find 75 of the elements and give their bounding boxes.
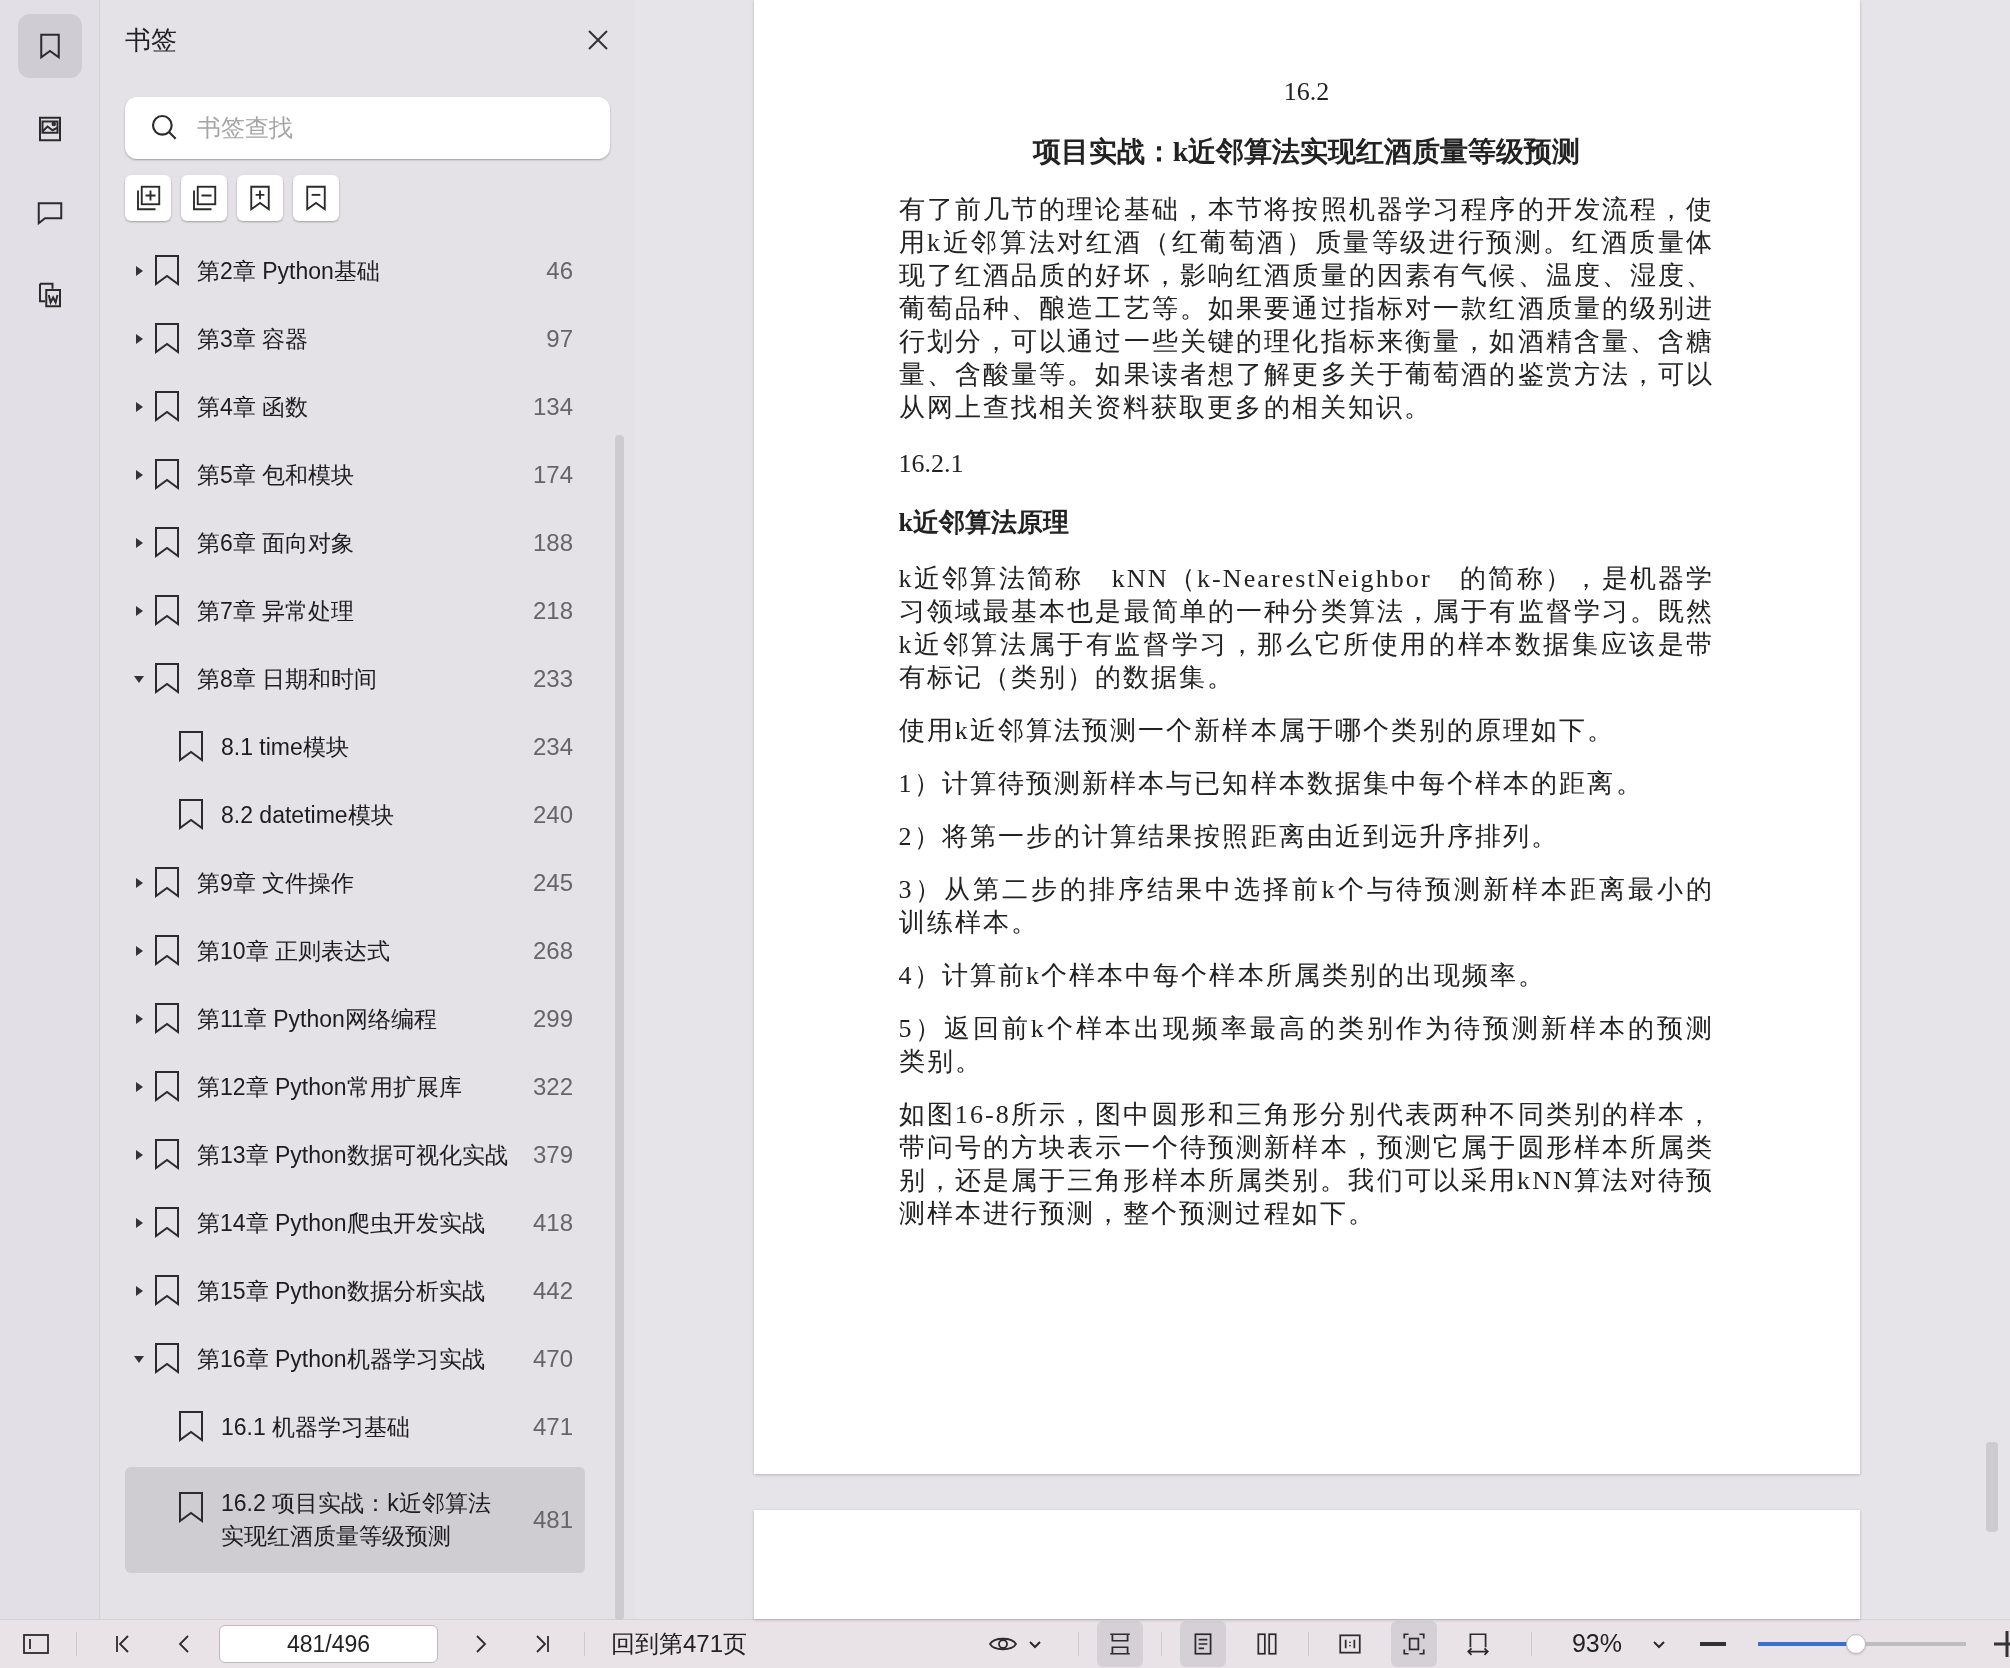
- bookmark-item[interactable]: 第8章 日期和时间 233: [125, 645, 585, 713]
- page-number: 218: [532, 596, 573, 626]
- page-number: 322: [532, 1072, 573, 1102]
- section-title: k近邻算法原理: [898, 507, 1070, 539]
- page-number: 233: [532, 664, 573, 694]
- page-number: 245: [532, 868, 573, 898]
- bookmark-label: 8.1 time模块: [221, 732, 350, 762]
- bookmark-label: 第16章 Python机器学习实战: [197, 1344, 486, 1374]
- bookmark-item[interactable]: 8.2 datetime模块 240: [125, 781, 585, 849]
- page-number: 470: [532, 1344, 573, 1374]
- bookmark-item[interactable]: 16.2 项目实战：k近邻算法实现红酒质量等级预测 481: [125, 1467, 585, 1573]
- bookmark-label: 第9章 文件操作: [197, 868, 356, 898]
- bookmark-label: 第15章 Python数据分析实战: [197, 1276, 486, 1306]
- bookmark-item[interactable]: 第11章 Python网络编程 299: [125, 985, 585, 1053]
- page-number: 46: [546, 256, 573, 286]
- page-number: 174: [532, 460, 573, 490]
- bookmark-label: 16.1 机器学习基础: [221, 1412, 412, 1442]
- back-link[interactable]: 回到第471页: [611, 1626, 748, 1662]
- page-number: 188: [532, 528, 573, 558]
- zoom-value: 93%: [1571, 1628, 1622, 1660]
- page-number: 299: [532, 1004, 573, 1034]
- panel-title: 书签: [125, 23, 177, 57]
- paragraph: 有了前几节的理论基础，本节将按照机器学习程序的开发流程，使用k近邻算法对红酒（红葡萄酒）质量等级进行预测。红酒质量体现了红酒品质的好坏，影响红酒质量的因素有气候、温度、湿度、葡萄品种、酿造工艺等。如果要通过指标对一款红酒质量的级别进行划分，可以通过一些关键的理化指标来衡量，如酒精含量、含糖量、含酸量等。如果读者想了解更多关于葡萄酒的鉴赏方法，可以从网上查找相关资料获取更多的相关知识。: [898, 194, 1715, 424]
- bookmark-label: 第4章 函数: [197, 392, 310, 422]
- bookmark-label: 第10章 正则表达式: [197, 936, 391, 966]
- bookmark-item[interactable]: 第4章 函数 134: [125, 373, 585, 441]
- bookmark-item[interactable]: 第13章 Python数据可视化实战 379: [125, 1121, 585, 1189]
- paragraph: 2）将第一步的计算结果按照距离由近到远升序排列。: [898, 821, 1561, 853]
- bookmark-item[interactable]: 第7章 异常处理 218: [125, 577, 585, 645]
- section-number: 16.2.1: [898, 448, 965, 480]
- page-number: 471: [532, 1412, 573, 1442]
- bookmark-label: 第2章 Python基础: [197, 256, 381, 286]
- bookmark-label: 16.2 项目实战：k近邻算法实现红酒质量等级预测: [221, 1489, 492, 1551]
- paragraph: 3）从第二步的排序结果中选择前k个与待预测新样本距离最小的训练样本。: [898, 874, 1715, 939]
- paragraph: 1）计算待预测新样本与已知样本数据集中每个样本的距离。: [898, 768, 1645, 800]
- bookmark-label: 第8章 日期和时间: [197, 664, 379, 694]
- paragraph: k近邻算法简称 kNN（k-NearestNeighbor 的简称），是机器学习领域最基本也是最简单的一种分类算法，属于有监督学习。既然 k近邻算法属于有监督学习，那么它所使用的样本数据集应该是带有标记（类别）的数据集。: [898, 563, 1715, 694]
- bookmark-label: 第13章 Python数据可视化实战: [197, 1140, 509, 1170]
- bookmark-item[interactable]: 第15章 Python数据分析实战 442: [125, 1257, 585, 1325]
- bookmark-label: 8.2 datetime模块: [221, 800, 395, 830]
- page-number: 379: [532, 1140, 573, 1170]
- bookmark-label: 第12章 Python常用扩展库: [197, 1072, 463, 1102]
- section-title: 项目实战：k近邻算法实现红酒质量等级预测: [1031, 135, 1582, 169]
- bookmark-item[interactable]: 第3章 容器 97: [125, 305, 585, 373]
- bookmark-item[interactable]: 第6章 面向对象 188: [125, 509, 585, 577]
- page-number: 442: [532, 1276, 573, 1306]
- section-number: 16.2: [1282, 76, 1331, 108]
- page-field[interactable]: 481/496: [219, 1625, 438, 1663]
- page-number: 418: [532, 1208, 573, 1238]
- page-number: 234: [532, 732, 573, 762]
- bookmark-item[interactable]: 第14章 Python爬虫开发实战 418: [125, 1189, 585, 1257]
- bookmark-item[interactable]: 16.1 机器学习基础 471: [125, 1393, 585, 1461]
- bookmark-item[interactable]: 第5章 包和模块 174: [125, 441, 585, 509]
- bookmark-label: 第14章 Python爬虫开发实战: [197, 1208, 486, 1238]
- bookmark-item[interactable]: 第9章 文件操作 245: [125, 849, 585, 917]
- search-field[interactable]: 书签查找: [125, 97, 610, 159]
- bookmark-label: 第11章 Python网络编程: [197, 1004, 438, 1034]
- paragraph: 如图16-8所示，图中圆形和三角形分别代表两种不同类别的样本，带问号的方块表示一个待预测新样本，预测它属于圆形样本所属类别，还是属于三角形样本所属类别。我们可以采用kNN算法对待预测样本进行预测，整个预测过程如下。: [898, 1099, 1715, 1230]
- bookmark-label: 第7章 异常处理: [197, 596, 356, 626]
- page-number: 268: [532, 936, 573, 966]
- bookmark-item[interactable]: 第16章 Python机器学习实战 470: [125, 1325, 585, 1393]
- page-number: 97: [546, 324, 573, 354]
- page-number: 134: [532, 392, 573, 422]
- bookmark-item[interactable]: 第10章 正则表达式 268: [125, 917, 585, 985]
- bookmark-label: 第6章 面向对象: [197, 528, 356, 558]
- paragraph: 4）计算前k个样本中每个样本所属类别的出现频率。: [898, 960, 1548, 992]
- paragraph: 使用k近邻算法预测一个新样本属于哪个类别的原理如下。: [898, 715, 1617, 747]
- bookmark-label: 第3章 容器: [197, 324, 310, 354]
- page-number: 481: [532, 1505, 573, 1535]
- bookmark-item[interactable]: 第12章 Python常用扩展库 322: [125, 1053, 585, 1121]
- bookmark-label: 第5章 包和模块: [197, 460, 356, 490]
- bookmark-item[interactable]: 第2章 Python基础 46: [125, 237, 585, 305]
- paragraph: 5）返回前k个样本出现频率最高的类别作为待预测新样本的预测类别。: [898, 1013, 1715, 1078]
- page-number: 240: [532, 800, 573, 830]
- bookmark-item[interactable]: 8.1 time模块 234: [125, 713, 585, 781]
